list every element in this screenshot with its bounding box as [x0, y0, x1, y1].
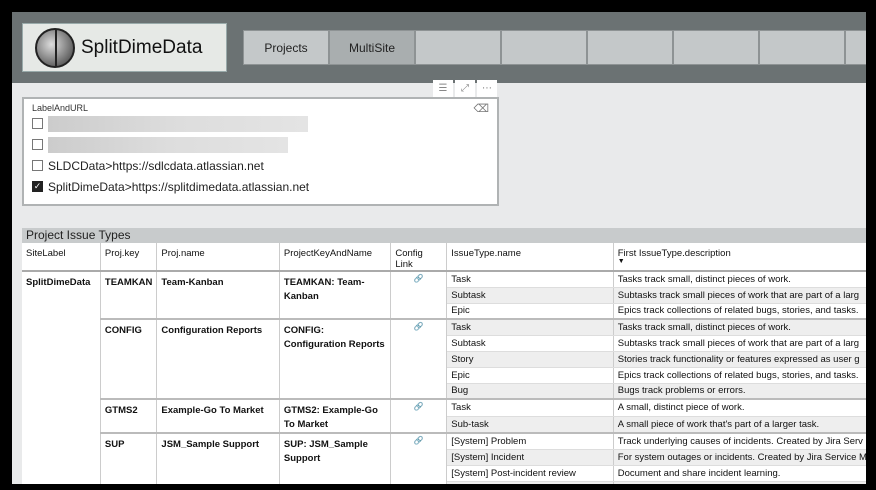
focus-mode-icon[interactable]: ⤢	[455, 80, 475, 97]
tab-empty-5[interactable]	[673, 30, 759, 65]
issue-type-name-cell: Epic	[446, 367, 614, 384]
redacted-label	[48, 136, 288, 153]
issue-type-description-cell: Epics track collections of related bugs,…	[613, 367, 866, 384]
issue-type-name-cell: Subtask	[446, 287, 614, 304]
tab-empty-4[interactable]	[587, 30, 673, 65]
issue-type-name-cell: Task	[446, 271, 614, 288]
issue-type-description-cell: Tasks track small, distinct pieces of wo…	[613, 319, 866, 336]
proj-key-cell: CONFIG	[100, 319, 158, 400]
issue-type-name-cell: Epic	[446, 303, 614, 320]
issue-type-name-cell: Bug	[446, 383, 614, 400]
issue-type-description-cell: Tasks track small, distinct pieces of wo…	[613, 271, 866, 288]
site-label-cell: SplitDimeData	[22, 271, 101, 484]
checkbox[interactable]	[32, 139, 43, 150]
issue-type-description-cell: Track underlying causes of incidents. Cr…	[613, 433, 866, 450]
column-header-label: IssueType.name	[451, 248, 521, 259]
issue-type-description-cell: Created by Jira Service Management	[613, 481, 866, 484]
issue-type-name-cell: Task	[446, 399, 614, 417]
table-row: GTMS2 Example-Go To Market GTMS2: Example-…	[22, 399, 866, 434]
option-label: SLDCData>https://sdlcdata.atlassian.net	[48, 158, 264, 173]
tab-empty-3[interactable]	[501, 30, 587, 65]
slicer-option[interactable]: ✓ SplitDimeData>https://splitdimedata.atl…	[32, 176, 489, 197]
table-row: CONFIG Configuration Reports CONFIG: Confi…	[22, 319, 866, 400]
checkbox[interactable]	[32, 118, 43, 129]
column-header[interactable]: First IssueType.description ▼	[613, 243, 866, 272]
issue-type-name-cell: [System] Change	[446, 481, 614, 484]
issue-type-description-cell: Subtasks track small pieces of work that…	[613, 335, 866, 352]
column-header-label: Config Link	[395, 248, 423, 270]
proj-name-cell: Example-Go To Market	[156, 399, 280, 434]
tab-multisite[interactable]: MultiSite	[329, 30, 415, 65]
column-header-label: ProjectKeyAndName	[283, 248, 373, 259]
project-key-and-name-cell: TEAMKAN: Team-Kanban	[279, 271, 392, 320]
proj-name-cell: Configuration Reports	[156, 319, 280, 400]
column-header[interactable]: IssueType.name	[446, 243, 614, 272]
clear-selections-icon[interactable]: ⌫	[473, 102, 489, 115]
logo-text: SplitDimeData	[81, 36, 203, 58]
checkbox[interactable]	[32, 160, 43, 171]
column-header[interactable]: Proj.name	[156, 243, 280, 272]
config-link-icon[interactable]: 🔗	[390, 271, 448, 320]
header-bar: SplitDimeData Projects MultiSite	[12, 12, 866, 83]
table-row: SUP JSM_Sample Support SUP: JSM_Sample Sup…	[22, 433, 866, 484]
tab-projects[interactable]: Projects	[243, 30, 329, 65]
slicer-title: LabelAndURL	[32, 103, 89, 113]
column-header[interactable]: ProjectKeyAndName	[279, 243, 392, 272]
tab-empty-6[interactable]	[759, 30, 845, 65]
issue-type-name-cell: Sub-task	[446, 416, 614, 434]
issue-type-description-cell: Subtasks track small pieces of work that…	[613, 287, 866, 304]
issue-type-description-cell: A small piece of work that's part of a l…	[613, 416, 866, 434]
issue-type-description-cell: A small, distinct piece of work.	[613, 399, 866, 417]
issue-type-description-cell: Document and share incident learning.	[613, 465, 866, 482]
issue-type-name-cell: [System] Incident	[446, 449, 614, 466]
config-link-icon[interactable]: 🔗	[390, 399, 448, 434]
coin-logo-icon	[35, 27, 75, 68]
more-options-icon[interactable]: ⋯	[477, 80, 497, 97]
slicer-option[interactable]: SLDCData>https://sdlcdata.atlassian.net	[32, 155, 489, 176]
redacted-label	[48, 115, 308, 132]
label-url-slicer: LabelAndURL ⌫ SLDCData>https://sdlcdata.…	[22, 97, 499, 206]
proj-key-cell: GTMS2	[100, 399, 158, 434]
issue-type-name-cell: [System] Problem	[446, 433, 614, 450]
option-label: SplitDimeData>https://splitdimedata.atla…	[48, 179, 310, 194]
project-issue-types-table: Project Issue Types SiteLabel Proj.key Pro…	[22, 228, 866, 484]
column-header-label: Proj.key	[104, 248, 140, 259]
issue-type-name-cell: Story	[446, 351, 614, 368]
issue-type-description-cell: For system outages or incidents. Created…	[613, 449, 866, 466]
config-link-icon[interactable]: 🔗	[390, 433, 448, 484]
column-header[interactable]: Proj.key	[100, 243, 158, 272]
column-header-label: Proj.name	[161, 248, 205, 259]
column-header-label: First IssueType.description	[617, 248, 731, 259]
proj-name-cell: JSM_Sample Support	[156, 433, 280, 484]
issue-type-description-cell: Bugs track problems or errors.	[613, 383, 866, 400]
column-header[interactable]: Config Link	[390, 243, 448, 272]
visual-header: ☰ ⤢ ⋯	[433, 80, 497, 97]
table-row: SplitDimeData TEAMKAN Team-Kanban TEAMKAN: …	[22, 271, 866, 484]
filter-icon[interactable]: ☰	[433, 80, 453, 97]
logo: SplitDimeData	[22, 23, 227, 72]
table-title: Project Issue Types	[22, 228, 866, 243]
tab-empty-7[interactable]	[845, 30, 866, 65]
data-table: SiteLabel Proj.key Proj.name ProjectKeyAndN…	[22, 243, 866, 484]
issue-type-name-cell: [System] Post-incident review	[446, 465, 614, 482]
issue-type-description-cell: Stories track functionality or features …	[613, 351, 866, 368]
issue-type-name-cell: Task	[446, 319, 614, 336]
column-header-label: SiteLabel	[26, 248, 66, 259]
proj-name-cell: Team-Kanban	[156, 271, 280, 320]
project-key-and-name-cell: GTMS2: Example-Go To Market	[279, 399, 392, 434]
report-canvas: SplitDimeData Projects MultiSite ☰ ⤢ ⋯ La…	[12, 12, 866, 484]
slicer-option[interactable]	[32, 113, 489, 134]
proj-key-cell: SUP	[100, 433, 158, 484]
project-key-and-name-cell: SUP: JSM_Sample Support	[279, 433, 392, 484]
issue-type-description-cell: Epics track collections of related bugs,…	[613, 303, 866, 320]
project-key-and-name-cell: CONFIG: Configuration Reports	[279, 319, 392, 400]
slicer-option[interactable]	[32, 134, 489, 155]
tab-empty-2[interactable]	[415, 30, 501, 65]
issue-type-name-cell: Subtask	[446, 335, 614, 352]
column-header[interactable]: SiteLabel	[22, 243, 101, 272]
sort-desc-icon: ▼	[617, 258, 625, 265]
proj-key-cell: TEAMKAN	[100, 271, 158, 320]
checkbox[interactable]: ✓	[32, 181, 43, 192]
config-link-icon[interactable]: 🔗	[390, 319, 448, 400]
